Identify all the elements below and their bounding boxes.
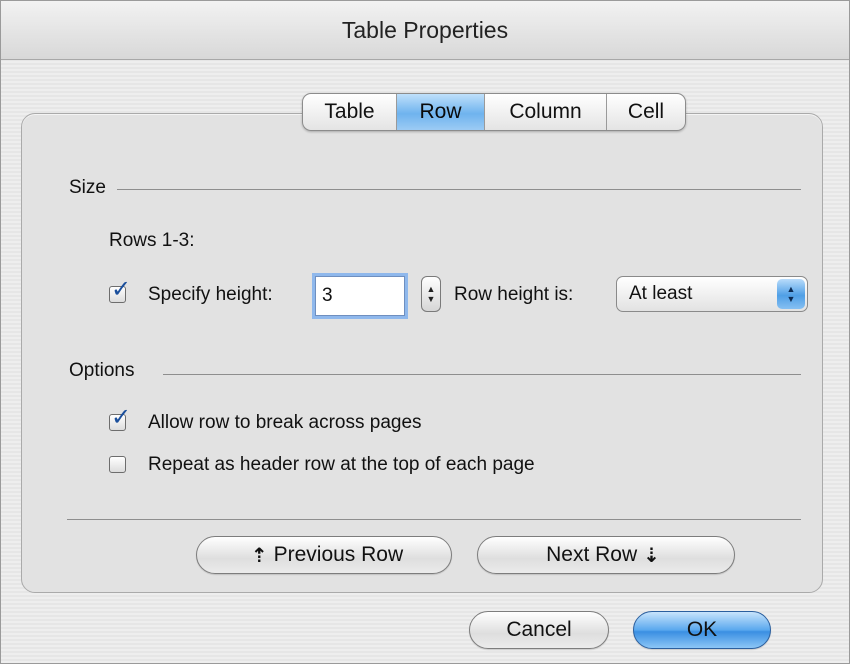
stepper-up-icon[interactable]: ▲: [427, 284, 436, 294]
up-arrow-icon: ⇡: [250, 544, 268, 567]
rows-range-label: Rows 1-3:: [109, 230, 195, 251]
size-section-divider: [117, 189, 801, 190]
row-height-mode-select[interactable]: At least ▲ ▼: [616, 276, 808, 312]
repeat-header-checkbox[interactable]: [109, 456, 126, 473]
row-height-mode-value: At least: [629, 283, 693, 304]
stepper-down-icon[interactable]: ▼: [427, 294, 436, 304]
down-arrow-icon: ⇣: [643, 544, 660, 567]
previous-row-label: Previous Row: [273, 543, 404, 566]
checkmark-icon: ✓: [111, 276, 132, 303]
tab-table[interactable]: Table: [303, 94, 397, 130]
tab-cell[interactable]: Cell: [607, 94, 685, 130]
next-row-button[interactable]: Next Row ⇣: [477, 536, 735, 574]
height-input[interactable]: [315, 276, 405, 316]
checkmark-icon: ✓: [111, 404, 132, 431]
ok-button[interactable]: OK: [633, 611, 771, 649]
previous-row-button[interactable]: ⇡ Previous Row: [196, 536, 452, 574]
options-section-divider: [163, 374, 801, 375]
row-height-is-label: Row height is:: [454, 284, 574, 305]
next-row-label: Next Row: [546, 543, 638, 566]
title-bar: Table Properties: [1, 1, 849, 60]
specify-height-checkbox[interactable]: ✓: [109, 278, 131, 303]
tab-panel: [21, 113, 823, 593]
allow-break-label: Allow row to break across pages: [148, 412, 422, 433]
dialog-title: Table Properties: [341, 16, 509, 43]
navigation-divider: [67, 519, 801, 520]
repeat-header-label: Repeat as header row at the top of each …: [148, 454, 535, 475]
tab-column[interactable]: Column: [485, 94, 607, 130]
allow-break-checkbox[interactable]: ✓: [109, 406, 131, 431]
select-arrows-icon: ▲ ▼: [777, 279, 805, 309]
options-section-title: Options: [69, 360, 135, 381]
table-properties-dialog: Table Properties Table Row Column Cell S…: [0, 0, 850, 664]
specify-height-label: Specify height:: [148, 284, 273, 305]
size-section-title: Size: [69, 177, 106, 198]
height-stepper[interactable]: ▲ ▼: [421, 276, 441, 312]
tab-row[interactable]: Row: [397, 94, 485, 130]
tab-bar: Table Row Column Cell: [302, 93, 686, 131]
cancel-button[interactable]: Cancel: [469, 611, 609, 649]
